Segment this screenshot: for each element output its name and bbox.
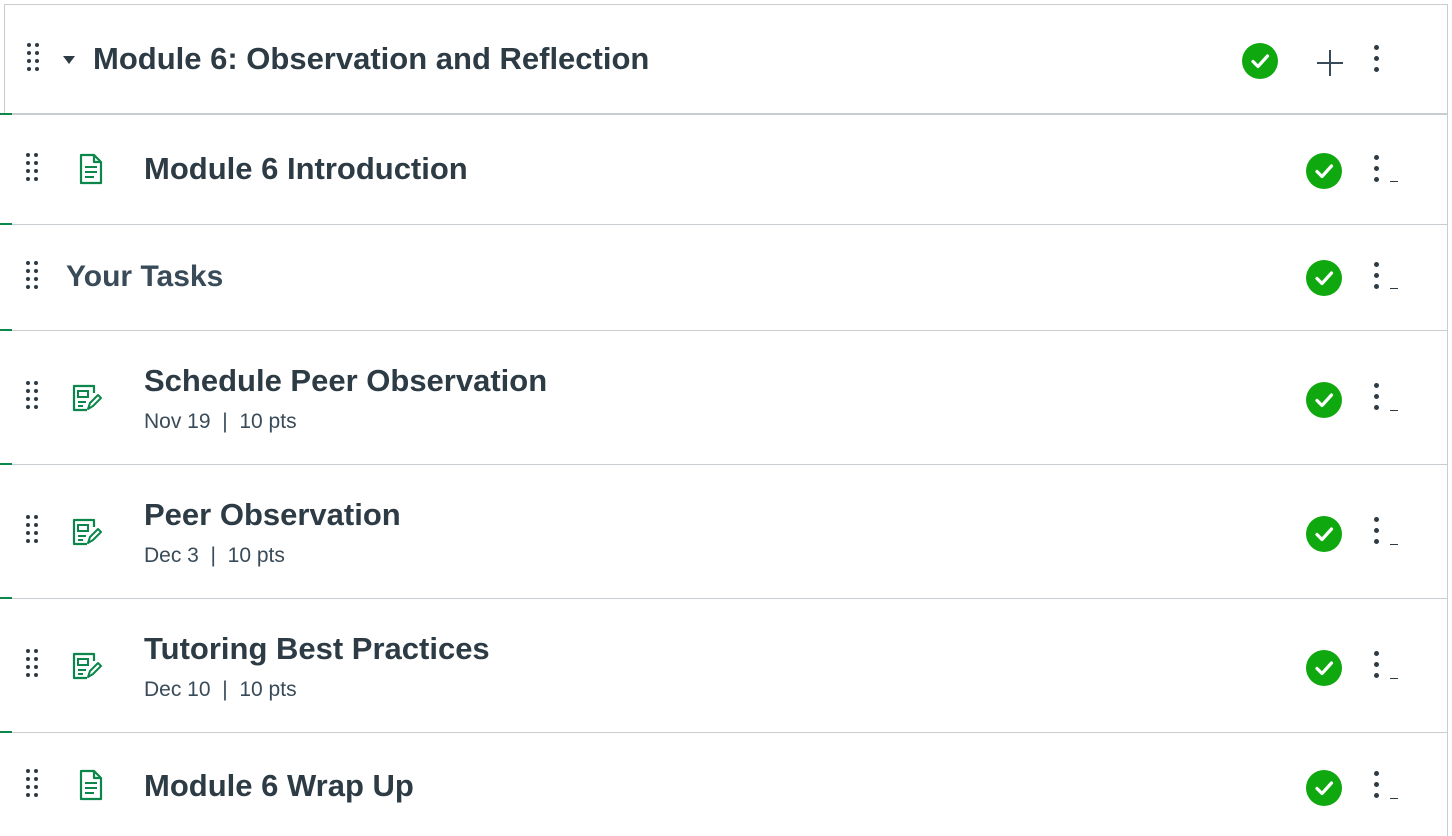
item-title-link[interactable]: Peer Observation: [144, 497, 401, 533]
due-date: Nov 19: [144, 410, 211, 433]
module-item-assignment[interactable]: Tutoring Best Practices Dec 10 | 10 pts: [4, 598, 1448, 732]
published-check-icon[interactable]: [1306, 770, 1342, 806]
item-details: Dec 10 | 10 pts: [144, 678, 297, 702]
separator: |: [210, 544, 216, 567]
item-title-link[interactable]: Schedule Peer Observation: [144, 363, 547, 399]
module-header[interactable]: Module 6: Observation and Reflection: [4, 4, 1448, 114]
module-item-assignment[interactable]: Schedule Peer Observation Nov 19 | 10 pt…: [4, 330, 1448, 464]
published-check-icon[interactable]: [1306, 516, 1342, 552]
points: 10 pts: [239, 678, 297, 701]
subheader-title: Your Tasks: [66, 260, 224, 293]
item-title-link[interactable]: Tutoring Best Practices: [144, 631, 490, 667]
module-item-page[interactable]: Module 6 Introduction: [4, 114, 1448, 224]
drag-handle-icon[interactable]: [26, 649, 46, 683]
published-check-icon[interactable]: [1306, 260, 1342, 296]
indent-marker: [1390, 544, 1398, 545]
module-title: Module 6: Observation and Reflection: [93, 41, 650, 76]
drop-indicator: [0, 329, 12, 331]
separator: |: [222, 410, 228, 433]
document-icon: [79, 153, 103, 185]
module-item-subheader[interactable]: Your Tasks: [4, 224, 1448, 330]
due-date: Dec 10: [144, 678, 211, 701]
item-menu-kebab-icon[interactable]: [1371, 771, 1381, 807]
points: 10 pts: [227, 544, 285, 567]
module-item-page[interactable]: Module 6 Wrap Up: [4, 732, 1448, 836]
indent-marker: [1390, 181, 1398, 182]
points: 10 pts: [239, 410, 297, 433]
item-title-link[interactable]: Module 6 Wrap Up: [144, 768, 414, 804]
drag-handle-icon[interactable]: [26, 515, 46, 549]
indent-marker: [1390, 410, 1398, 411]
drop-indicator: [0, 463, 12, 465]
module-item-assignment[interactable]: Peer Observation Dec 3 | 10 pts: [4, 464, 1448, 598]
published-check-icon[interactable]: [1306, 153, 1342, 189]
drag-handle-icon[interactable]: [27, 43, 47, 77]
item-title-link[interactable]: Module 6 Introduction: [144, 151, 468, 187]
published-check-icon[interactable]: [1306, 650, 1342, 686]
drag-handle-icon[interactable]: [26, 261, 46, 295]
drop-indicator: [0, 731, 12, 733]
assignment-icon: [72, 518, 102, 546]
list-right-border: [1447, 114, 1448, 836]
due-date: Dec 3: [144, 544, 199, 567]
separator: |: [222, 678, 228, 701]
item-menu-kebab-icon[interactable]: [1371, 517, 1381, 553]
assignment-icon: [72, 652, 102, 680]
drop-indicator: [0, 113, 12, 115]
item-details: Dec 3 | 10 pts: [144, 544, 285, 568]
add-item-plus-icon[interactable]: [1317, 50, 1343, 76]
collapse-caret-icon[interactable]: [63, 56, 75, 64]
item-menu-kebab-icon[interactable]: [1371, 383, 1381, 419]
drag-handle-icon[interactable]: [26, 769, 46, 803]
drag-handle-icon[interactable]: [26, 153, 46, 187]
item-menu-kebab-icon[interactable]: [1371, 262, 1381, 298]
indent-marker: [1390, 678, 1398, 679]
published-check-icon[interactable]: [1242, 43, 1278, 79]
assignment-icon: [72, 384, 102, 412]
published-check-icon[interactable]: [1306, 382, 1342, 418]
module-menu-kebab-icon[interactable]: [1371, 45, 1381, 81]
document-icon: [79, 769, 103, 801]
indent-marker: [1390, 798, 1398, 799]
item-menu-kebab-icon[interactable]: [1371, 651, 1381, 687]
drop-indicator: [0, 223, 12, 225]
drag-handle-icon[interactable]: [26, 381, 46, 415]
item-details: Nov 19 | 10 pts: [144, 410, 297, 434]
item-menu-kebab-icon[interactable]: [1371, 155, 1381, 191]
indent-marker: [1390, 288, 1398, 289]
drop-indicator: [0, 597, 12, 599]
